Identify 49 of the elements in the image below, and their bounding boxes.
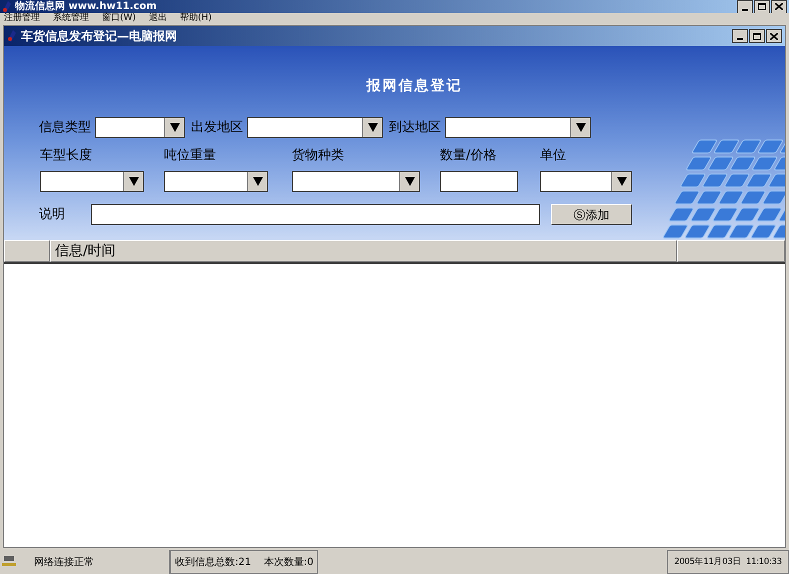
menu-item[interactable]: 帮助(H) xyxy=(180,13,212,24)
add-button[interactable]: Ⓢ添加 xyxy=(551,204,632,225)
caret-icon xyxy=(404,176,414,186)
field-label: 车型长度 xyxy=(40,147,93,165)
field-label: 到达地区 xyxy=(389,118,441,137)
dropdown-field[interactable] xyxy=(292,170,420,192)
maximize-button[interactable] xyxy=(749,29,765,43)
dropdown-field[interactable] xyxy=(247,117,383,138)
input-field[interactable] xyxy=(440,170,518,192)
menu-item[interactable]: 退出 xyxy=(148,13,167,24)
input-field[interactable] xyxy=(91,204,540,225)
dropdown-field[interactable] xyxy=(164,170,268,192)
table-header-cell: 信息/时间 xyxy=(50,240,677,262)
field-label: 说明 xyxy=(39,206,66,224)
caret-icon xyxy=(368,123,378,132)
status-panel: 2005年11月03日 11:10:33 xyxy=(667,550,789,574)
dropdown-field[interactable] xyxy=(445,117,591,138)
dropdown-field[interactable] xyxy=(40,170,144,192)
menu-item[interactable]: 窗口(W) xyxy=(102,13,136,24)
caret-icon xyxy=(576,123,586,132)
window-title: 车货信息发布登记—电脑报网 xyxy=(21,28,177,45)
status-panel: 收到信息总数:21 本次数量:0 xyxy=(170,550,318,574)
form-heading: 报网信息登记 xyxy=(366,77,462,96)
network-icon xyxy=(2,556,16,568)
logo-icon xyxy=(7,30,17,42)
field-label: 单位 xyxy=(540,147,567,165)
dropdown-field[interactable] xyxy=(540,170,632,192)
close-icon xyxy=(770,32,778,40)
caret-icon xyxy=(128,176,138,186)
close-icon xyxy=(775,3,783,10)
status-text: 网络连接正常 xyxy=(34,556,94,570)
logo-icon xyxy=(2,0,12,12)
maximize-button[interactable] xyxy=(754,0,770,14)
menu-item[interactable]: 注册管理 xyxy=(4,13,40,24)
caret-icon xyxy=(170,123,180,132)
window-title: 物流信息网 www.hw11.com xyxy=(15,2,157,12)
close-button[interactable] xyxy=(771,0,787,14)
caret-icon xyxy=(616,176,626,186)
close-button[interactable] xyxy=(766,29,782,43)
menu-item[interactable]: 系统管理 xyxy=(53,13,89,24)
caret-icon xyxy=(252,176,262,186)
dropdown-field[interactable] xyxy=(95,117,185,138)
field-label: 吨位重量 xyxy=(164,147,217,165)
minimize-button[interactable] xyxy=(732,29,748,43)
field-label: 货物种类 xyxy=(292,147,345,165)
minimize-button[interactable] xyxy=(737,0,753,14)
field-label: 出发地区 xyxy=(191,118,243,137)
field-label: 信息类型 xyxy=(39,118,91,137)
field-label: 数量/价格 xyxy=(440,147,498,165)
